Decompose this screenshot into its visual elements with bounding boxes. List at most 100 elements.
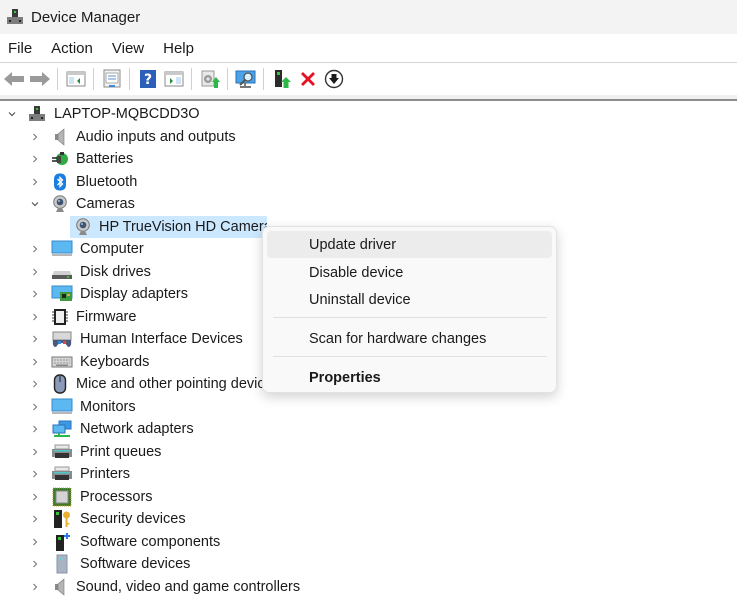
chevron-right-icon[interactable] (29, 581, 41, 593)
show-hide-action-pane-button[interactable] (161, 67, 186, 92)
chevron-right-icon[interactable] (29, 536, 41, 548)
back-button[interactable] (1, 67, 26, 92)
toolbar-separator (227, 68, 228, 90)
tree-item-label: Cameras (76, 196, 135, 212)
menu-item-update-driver[interactable]: Update driver (267, 231, 552, 258)
tree-item-label: Batteries (76, 151, 134, 167)
tree-item-label: Disk drives (80, 264, 151, 280)
chevron-right-icon[interactable] (29, 446, 41, 458)
chevron-right-icon[interactable] (29, 153, 41, 165)
tree-item-label: Monitors (80, 399, 136, 415)
software-device-icon (51, 554, 73, 574)
tree-item-software-components[interactable]: Software components (29, 531, 220, 553)
menu-help[interactable]: Help (157, 40, 200, 57)
tree-item-network-adapters[interactable]: Network adapters (29, 418, 194, 440)
properties-button[interactable] (99, 67, 124, 92)
menu-item-scan-hardware-changes[interactable]: Scan for hardware changes (267, 325, 552, 352)
scan-monitor-icon (235, 70, 255, 88)
tree-item-label: Processors (80, 489, 153, 505)
tree-root[interactable]: LAPTOP-MQBCDD3O (6, 103, 200, 125)
tree-item-firmware[interactable]: Firmware (29, 306, 136, 328)
toolbar-separator (93, 68, 94, 90)
processor-icon (51, 487, 73, 507)
chevron-right-icon[interactable] (29, 266, 41, 278)
menu-separator (273, 317, 547, 318)
chevron-right-icon[interactable] (29, 423, 41, 435)
monitor-icon (51, 240, 73, 258)
tree-item-label: Computer (80, 241, 144, 257)
tree-item-mice[interactable]: Mice and other pointing devices (29, 373, 280, 395)
software-component-icon (51, 533, 73, 551)
chevron-right-icon[interactable] (29, 333, 41, 345)
tree-item-label: Human Interface Devices (80, 331, 243, 347)
update-driver-button[interactable] (197, 67, 222, 92)
speaker-icon (51, 578, 69, 596)
arrow-left-icon (3, 72, 24, 86)
chevron-down-icon[interactable] (6, 108, 18, 120)
tree-item-keyboards[interactable]: Keyboards (29, 351, 149, 373)
tree-item-hp-truevision-hd-camera[interactable]: HP TrueVision HD Camera (70, 216, 267, 238)
update-driver-icon (201, 70, 220, 88)
tree-item-batteries[interactable]: Batteries (29, 148, 133, 170)
tree-item-cameras[interactable]: Cameras (29, 193, 135, 215)
chevron-right-icon[interactable] (29, 243, 41, 255)
tree-item-print-queues[interactable]: Print queues (29, 441, 161, 463)
tree-item-sound-video-game-controllers[interactable]: Sound, video and game controllers (29, 576, 300, 598)
menu-item-properties[interactable]: Properties (267, 364, 552, 391)
uninstall-device-button[interactable] (295, 67, 320, 92)
enable-device-button[interactable] (269, 67, 294, 92)
chevron-right-icon[interactable] (29, 288, 41, 300)
chevron-right-icon[interactable] (29, 491, 41, 503)
webcam-icon (51, 195, 69, 213)
chevron-right-icon[interactable] (29, 131, 41, 143)
tree-item-display-adapters[interactable]: Display adapters (29, 283, 188, 305)
printer-icon (51, 443, 73, 461)
battery-plug-icon (51, 150, 69, 168)
window-title: Device Manager (31, 8, 141, 26)
chevron-right-icon[interactable] (29, 356, 41, 368)
chevron-right-icon[interactable] (29, 513, 41, 525)
chevron-right-icon[interactable] (29, 401, 41, 413)
chevron-right-icon[interactable] (29, 311, 41, 323)
red-x-icon (300, 72, 315, 86)
tree-item-label: Audio inputs and outputs (76, 129, 236, 145)
hid-icon (51, 330, 73, 348)
chevron-right-icon[interactable] (29, 468, 41, 480)
scan-hardware-button[interactable] (233, 67, 258, 92)
tree-item-monitors[interactable]: Monitors (29, 396, 136, 418)
tree-item-label: Sound, video and game controllers (76, 579, 301, 595)
help-icon: ? (139, 70, 156, 88)
tree-item-security-devices[interactable]: Security devices (29, 508, 186, 530)
webcam-icon (74, 218, 92, 236)
show-hide-console-tree-button[interactable] (63, 67, 88, 92)
tree-item-processors[interactable]: Processors (29, 486, 153, 508)
pane-divider (0, 95, 737, 101)
chevron-right-icon[interactable] (29, 378, 41, 390)
help-button[interactable]: ? (135, 67, 160, 92)
tree-item-bluetooth[interactable]: Bluetooth (29, 171, 137, 193)
tree-item-label: HP TrueVision HD Camera (99, 219, 267, 235)
tree-item-label: Printers (80, 466, 130, 482)
chevron-down-icon[interactable] (29, 198, 41, 210)
tree-item-label: Bluetooth (76, 174, 138, 190)
tree-item-software-devices[interactable]: Software devices (29, 553, 190, 575)
security-key-icon (51, 510, 73, 528)
chevron-right-icon[interactable] (29, 558, 41, 570)
tree-item-computer[interactable]: Computer (29, 238, 144, 260)
menu-action[interactable]: Action (45, 40, 99, 57)
computer-tower-icon (28, 105, 46, 123)
menu-item-disable-device[interactable]: Disable device (267, 259, 552, 286)
menu-file[interactable]: File (2, 40, 38, 57)
tree-item-disk-drives[interactable]: Disk drives (29, 261, 151, 283)
svg-text:?: ? (143, 72, 151, 88)
tree-item-audio[interactable]: Audio inputs and outputs (29, 126, 236, 148)
tree-item-printers[interactable]: Printers (29, 463, 130, 485)
tree-item-label: Keyboards (80, 354, 150, 370)
chevron-right-icon[interactable] (29, 176, 41, 188)
disable-device-button[interactable] (321, 67, 346, 92)
menu-view[interactable]: View (106, 40, 150, 57)
forward-button[interactable] (27, 67, 52, 92)
tree-item-human-interface-devices[interactable]: Human Interface Devices (29, 328, 243, 350)
context-menu: Update driver Disable device Uninstall d… (262, 226, 557, 393)
menu-item-uninstall-device[interactable]: Uninstall device (267, 286, 552, 313)
